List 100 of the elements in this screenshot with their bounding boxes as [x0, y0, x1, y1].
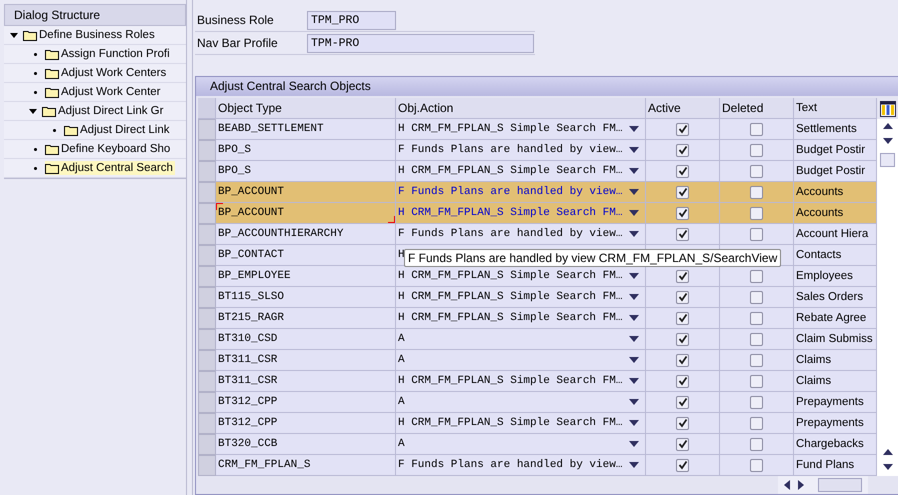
checkbox[interactable]: [676, 186, 689, 198]
column-header[interactable]: Text: [794, 98, 877, 119]
dropdown-arrow-icon[interactable]: [629, 357, 639, 363]
checkbox[interactable]: [676, 396, 689, 408]
table-cell[interactable]: CRM_FM_FPLAN_S: [216, 455, 396, 476]
checkbox[interactable]: [750, 374, 763, 388]
table-cell[interactable]: BP_CONTACT: [216, 245, 396, 266]
input-field[interactable]: TPM-PRO: [307, 34, 534, 52]
table-cell[interactable]: BT320_CCB: [216, 434, 396, 455]
input-field[interactable]: TPM_PRO: [307, 10, 396, 30]
table-cell[interactable]: BEABD_SETTLEMENT: [216, 119, 396, 140]
tree-item[interactable]: Adjust Central Search: [45, 161, 175, 175]
checkbox[interactable]: [750, 164, 763, 178]
checkbox[interactable]: [676, 122, 689, 136]
table-cell[interactable]: BT312_CPP: [216, 392, 396, 413]
checkbox[interactable]: [750, 458, 763, 472]
tree-item[interactable]: Adjust Direct Link Gr: [42, 104, 166, 118]
column-header[interactable]: Deleted: [720, 98, 794, 119]
checkbox[interactable]: [676, 290, 689, 304]
table-cell[interactable]: H: [398, 249, 405, 261]
dropdown-arrow-icon[interactable]: [629, 420, 639, 426]
table-cell[interactable]: A: [398, 438, 405, 450]
checkbox[interactable]: [750, 144, 763, 156]
dropdown-arrow-icon[interactable]: [629, 189, 639, 195]
checkbox[interactable]: [750, 332, 763, 346]
dropdown-arrow-icon[interactable]: [629, 378, 639, 384]
bullet-icon: [53, 128, 56, 132]
table-cell[interactable]: BT310_CSD: [216, 329, 396, 350]
dropdown-arrow-icon[interactable]: [629, 441, 639, 447]
dropdown-arrow-icon[interactable]: [629, 294, 639, 300]
tree-item[interactable]: Define Keyboard Sho: [45, 142, 172, 156]
tree-item[interactable]: Adjust Direct Link: [64, 123, 172, 137]
table-cell[interactable]: BT311_CSR: [216, 371, 396, 392]
horizontal-scrollbar[interactable]: [778, 476, 868, 494]
scroll-down-icon[interactable]: [882, 464, 892, 470]
tree-item[interactable]: Define Business Roles: [23, 28, 157, 42]
scroll-up-icon[interactable]: [882, 123, 892, 129]
table-cell[interactable]: BP_ACCOUNT: [216, 203, 396, 224]
table-cell[interactable]: BT115_SLSO: [216, 287, 396, 308]
checkbox[interactable]: [750, 290, 763, 304]
checkbox[interactable]: [750, 416, 763, 430]
checkbox[interactable]: [676, 416, 689, 430]
select-all-cell[interactable]: [198, 98, 216, 119]
table-cell[interactable]: BT312_CPP: [216, 413, 396, 434]
scroll-right-icon[interactable]: [798, 480, 804, 490]
checkbox[interactable]: [750, 228, 763, 240]
tree-item[interactable]: Assign Function Profi: [45, 47, 172, 61]
checkbox[interactable]: [676, 270, 689, 282]
table-cell[interactable]: A: [398, 333, 405, 345]
tree-item[interactable]: Adjust Work Centers: [45, 66, 168, 80]
dropdown-arrow-icon[interactable]: [629, 231, 639, 237]
checkbox[interactable]: [750, 206, 763, 220]
checkbox[interactable]: [676, 164, 689, 178]
dropdown-arrow-icon[interactable]: [629, 273, 639, 279]
checkbox[interactable]: [676, 312, 689, 324]
checkbox[interactable]: [750, 354, 763, 366]
table-cell[interactable]: A: [398, 354, 405, 366]
dropdown-arrow-icon[interactable]: [629, 147, 639, 153]
checkbox[interactable]: [676, 144, 689, 156]
checkbox[interactable]: [676, 354, 689, 366]
expand-triangle-icon[interactable]: [10, 31, 18, 39]
dropdown-arrow-icon[interactable]: [629, 399, 639, 405]
table-cell[interactable]: BT311_CSR: [216, 350, 396, 371]
scroll-up-icon[interactable]: [882, 449, 892, 455]
checkbox[interactable]: [676, 438, 689, 450]
expand-triangle-icon[interactable]: [29, 107, 37, 115]
dropdown-arrow-icon[interactable]: [629, 462, 639, 468]
scroll-thumb[interactable]: [880, 153, 895, 167]
checkbox[interactable]: [750, 396, 763, 408]
dropdown-arrow-icon[interactable]: [629, 315, 639, 321]
table-cell[interactable]: BP_ACCOUNTHIERARCHY: [216, 224, 396, 245]
checkbox[interactable]: [750, 186, 763, 198]
checkbox[interactable]: [676, 374, 689, 388]
table-cell[interactable]: BPO_S: [216, 161, 396, 182]
dropdown-arrow-icon[interactable]: [629, 126, 639, 132]
vertical-scrollbar[interactable]: [877, 119, 898, 476]
checkbox[interactable]: [750, 270, 763, 282]
checkbox[interactable]: [750, 312, 763, 324]
tree-item[interactable]: Adjust Work Center: [45, 85, 162, 99]
dropdown-arrow-icon[interactable]: [629, 336, 639, 342]
table-cell[interactable]: BP_EMPLOYEE: [216, 266, 396, 287]
table-cell[interactable]: A: [398, 396, 405, 408]
column-header[interactable]: Obj.Action: [396, 98, 646, 119]
scroll-thumb[interactable]: [818, 478, 862, 492]
column-settings-icon[interactable]: [880, 100, 896, 116]
checkbox[interactable]: [750, 122, 763, 136]
checkbox[interactable]: [676, 228, 689, 240]
column-header[interactable]: Object Type: [216, 98, 396, 119]
dropdown-arrow-icon[interactable]: [629, 168, 639, 174]
checkbox[interactable]: [750, 438, 763, 450]
checkbox[interactable]: [676, 332, 689, 346]
table-cell[interactable]: BPO_S: [216, 140, 396, 161]
scroll-left-icon[interactable]: [784, 480, 790, 490]
table-cell[interactable]: BP_ACCOUNT: [216, 182, 396, 203]
column-header[interactable]: Active: [646, 98, 720, 119]
checkbox[interactable]: [676, 206, 689, 220]
checkbox[interactable]: [676, 458, 689, 472]
table-cell[interactable]: BT215_RAGR: [216, 308, 396, 329]
scroll-down-icon[interactable]: [882, 138, 892, 144]
dropdown-arrow-icon[interactable]: [629, 210, 639, 216]
